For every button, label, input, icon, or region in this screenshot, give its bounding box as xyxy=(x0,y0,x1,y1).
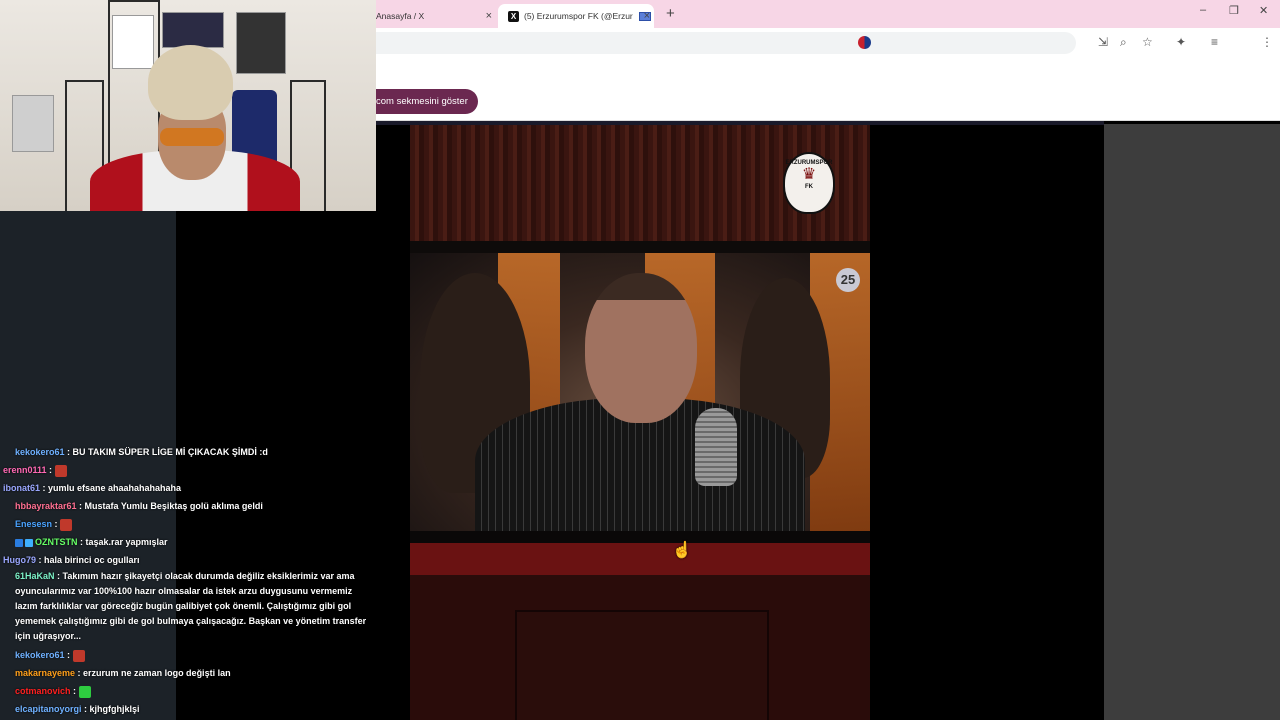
chat-text: : taşak.rar yapmışlar xyxy=(77,537,168,547)
chat-message: Hugo79 : hala birinci oc ogulları xyxy=(3,551,373,569)
chat-username[interactable]: Hugo79 xyxy=(3,555,36,565)
chat-username[interactable]: hbbayraktar61 xyxy=(15,501,77,511)
chat-message: hbbayraktar61 : Mustafa Yumlu Beşiktaş g… xyxy=(3,497,373,515)
window-close-button[interactable]: ✕ xyxy=(1259,4,1268,17)
x-logo-icon: X xyxy=(508,10,519,22)
user-badge-icon xyxy=(25,538,33,547)
singer-head xyxy=(585,273,697,423)
video-strip xyxy=(410,531,870,543)
user-badge-icon xyxy=(15,538,23,547)
toolbar: ⇲ ⌕ ☆ ✦ ≡ ⋮ xyxy=(376,28,1280,58)
address-bar[interactable] xyxy=(376,32,1076,54)
cabinet xyxy=(515,610,769,720)
streamer-hair xyxy=(148,45,233,120)
chat-text: : BU TAKIM SÜPER LİGE Mİ ÇIKACAK ŞİMDİ :… xyxy=(64,447,268,457)
chat-message: kekokero61 : BU TAKIM SÜPER LİGE Mİ ÇIKA… xyxy=(3,443,373,461)
chat-username[interactable]: ibonat61 xyxy=(3,483,40,493)
poster xyxy=(236,12,286,74)
chat-message: erenn0111 : xyxy=(3,461,373,479)
media-control-icon[interactable]: ≡ xyxy=(1211,35,1218,49)
tab-anasayfa[interactable]: Anasayfa / X × xyxy=(376,4,496,28)
chat-text: : yumlu efsane ahaahahahahaha xyxy=(40,483,182,493)
chat-emote-icon xyxy=(60,518,73,531)
chat-message: makarnayeme : erzurum ne zaman logo deği… xyxy=(3,664,373,682)
chat-text: : xyxy=(70,686,79,696)
chat-text: : xyxy=(46,465,55,475)
chat-emote-icon xyxy=(72,649,85,662)
chat-text: : kjhgfghjklşi xyxy=(81,704,140,714)
chat-message: 61HaKaN : Takımım hazır şikayetçi olacak… xyxy=(3,569,373,644)
chat-message: kekokero61 : xyxy=(3,646,373,664)
chat-text: : Mustafa Yumlu Beşiktaş golü aklıma gel… xyxy=(76,501,263,511)
streamer-glasses xyxy=(160,128,224,146)
tab-title: Anasayfa / X xyxy=(376,11,425,21)
chat-username[interactable]: kekokero61 xyxy=(15,650,65,660)
chat-messages: kekokero61 : BU TAKIM SÜPER LİGE Mİ ÇIKA… xyxy=(3,443,373,718)
chat-message: elcapitanoyorgi : kjhgfghjklşi xyxy=(3,700,373,718)
chat-username[interactable]: makarnayeme xyxy=(15,668,75,678)
chat-username[interactable]: erenn0111 xyxy=(3,465,47,475)
tab-strip: Anasayfa / X × X (5) Erzurumspor FK (@Er… xyxy=(376,0,1280,28)
install-app-icon[interactable]: ⇲ xyxy=(1098,35,1108,49)
video-divider xyxy=(410,241,870,253)
chat-message: cotmanovich : xyxy=(3,682,373,700)
close-icon[interactable]: × xyxy=(486,10,492,22)
extensions-icon[interactable]: ✦ xyxy=(1176,35,1186,49)
chat-text: : xyxy=(64,650,73,660)
chat-emote-icon xyxy=(54,464,67,477)
chat-message: OZNTSTN : taşak.rar yapmışlar xyxy=(3,533,373,551)
logo-fk: FK xyxy=(805,184,813,190)
profile-avatar[interactable] xyxy=(858,36,871,49)
poster xyxy=(162,12,224,48)
chat-text: : Takımım hazır şikayetçi olacak durumda… xyxy=(15,571,367,641)
close-icon[interactable]: × xyxy=(644,10,650,22)
chat-username[interactable]: Enesesn xyxy=(15,519,52,529)
hand-cursor-icon: ☝ xyxy=(672,542,692,559)
chat-username[interactable]: elcapitanoyorgi xyxy=(15,704,82,714)
bookmark-star-icon[interactable]: ☆ xyxy=(1142,35,1153,49)
chat-username[interactable]: OZNTSTN xyxy=(35,537,78,547)
poster xyxy=(112,15,154,69)
zoom-icon[interactable]: ⌕ xyxy=(1120,35,1127,50)
info-bar: com sekmesini göster xyxy=(376,58,1280,121)
video-player[interactable]: ERZURUMSPOR ♛ FK 25 xyxy=(410,125,870,720)
menu-icon[interactable]: ⋮ xyxy=(1261,35,1273,49)
new-tab-button[interactable]: + xyxy=(666,5,675,22)
video-scene xyxy=(410,253,870,538)
minimize-button[interactable]: – xyxy=(1200,4,1206,16)
chat-message: Enesesn : xyxy=(3,515,373,533)
erzurumspor-logo: ERZURUMSPOR ♛ FK xyxy=(783,152,835,214)
chat-text: : xyxy=(52,519,61,529)
microphone xyxy=(695,408,737,486)
chat-username[interactable]: 61HaKaN xyxy=(15,571,55,581)
fan xyxy=(12,95,54,152)
eagle-icon: ♛ xyxy=(801,166,817,183)
chat-username[interactable]: cotmanovich xyxy=(15,686,71,696)
show-tab-button[interactable]: com sekmesini göster xyxy=(376,89,478,114)
counter-badge: 25 xyxy=(836,268,860,292)
maximize-button[interactable]: ❐ xyxy=(1229,4,1239,17)
tab-title: (5) Erzurumspor FK (@Erzur xyxy=(524,11,633,21)
chat-emote-icon xyxy=(78,685,91,698)
chat-message: ibonat61 : yumlu efsane ahaahahahahaha xyxy=(3,479,373,497)
webcam-feed xyxy=(0,0,376,211)
chat-text: : erzurum ne zaman logo değişti lan xyxy=(75,668,231,678)
chat-username[interactable]: kekokero61 xyxy=(15,447,65,457)
chat-text: : hala birinci oc ogulları xyxy=(36,555,140,565)
page-side-panel xyxy=(1104,124,1280,720)
tab-erzurumspor[interactable]: X (5) Erzurumspor FK (@Erzur × xyxy=(498,4,654,28)
